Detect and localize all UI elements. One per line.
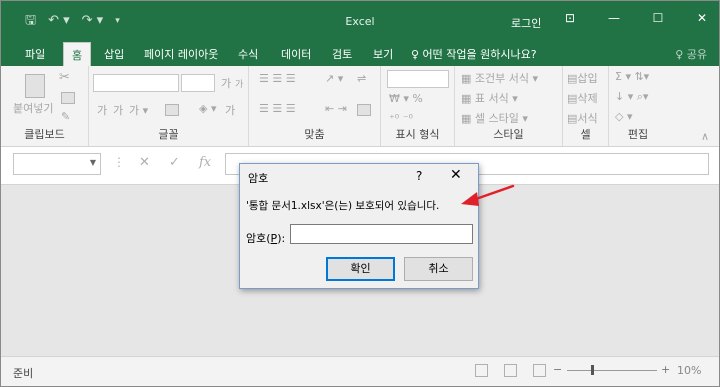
tab-data[interactable]: 데이터 (281, 46, 311, 62)
copy-icon[interactable] (61, 92, 75, 104)
dialog-title: 암호 (248, 172, 269, 185)
view-buttons (475, 364, 546, 377)
restore-icon[interactable]: ☐ (651, 11, 665, 25)
share-button[interactable]: ♀ 공유 (675, 46, 707, 62)
normal-view-icon[interactable] (475, 364, 488, 377)
format-cells-button[interactable]: ▤서식 (567, 110, 598, 126)
grow-font-icon[interactable]: 가 (221, 75, 231, 91)
merge-icon[interactable] (357, 104, 371, 116)
group-label-font: 글꼴 (158, 128, 179, 141)
italic-icon[interactable]: 가 (113, 102, 123, 118)
ribbon-options-icon[interactable]: ⊡ (563, 11, 577, 25)
window-controls: ⊡ — ☐ ✕ (563, 11, 709, 25)
orientation-icon[interactable]: ↗ ▾ (325, 72, 343, 85)
enter-entry-icon[interactable]: ✓ (169, 155, 180, 170)
tab-home[interactable]: 홈 (63, 42, 92, 67)
chevron-down-icon: ▼ (89, 158, 96, 167)
fill-color-icon[interactable]: ◈ ▾ (199, 102, 216, 115)
wrap-text-icon[interactable]: ⇌ (357, 72, 366, 85)
group-styles: ▦ 조건부 서식 ▾ ▦ 표 서식 ▾ ▦ 셀 스타일 ▾ 스타일 (455, 66, 563, 146)
ribbon-tabs: 파일 홈 삽입 페이지 레이아웃 수식 데이터 검토 보기 ♀ 어떤 작업을 원… (1, 42, 719, 67)
help-icon[interactable]: ? (416, 169, 422, 183)
align-top-icon[interactable]: ☰ ☰ ☰ (259, 72, 296, 85)
page-layout-view-icon[interactable] (504, 364, 517, 377)
status-ready: 준비 (13, 367, 34, 380)
name-box[interactable]: ▼ (13, 153, 101, 175)
password-field[interactable] (290, 224, 473, 244)
group-alignment: ☰ ☰ ☰ ↗ ▾ ⇌ ☰ ☰ ☰ ⇤ ⇥ 맞춤 (249, 66, 381, 146)
zoom-slider-thumb[interactable] (591, 365, 594, 375)
conditional-format-button[interactable]: ▦ 조건부 서식 ▾ (461, 70, 538, 86)
group-editing: Σ ▾ ⇅▾ ↓ ▾ ⌕▾ ◇ ▾ 편집 (609, 66, 667, 146)
delete-cells-button[interactable]: ▤삭제 (567, 90, 598, 106)
clear-icon[interactable]: ◇ ▾ (615, 110, 632, 123)
underline-icon[interactable]: 가 ▾ (129, 102, 148, 118)
group-label-cells: 셀 (580, 128, 591, 141)
insert-function-icon[interactable]: fx (199, 155, 211, 170)
close-icon[interactable]: ✕ (450, 167, 462, 183)
group-label-styles: 스타일 (493, 128, 524, 141)
number-format-box[interactable] (387, 70, 449, 88)
fill-icon[interactable]: ↓ ▾ ⌕▾ (615, 90, 648, 104)
paste-icon[interactable] (25, 74, 45, 98)
page-break-view-icon[interactable] (533, 364, 546, 377)
border-icon[interactable] (165, 104, 179, 116)
ok-button[interactable]: 확인 (326, 257, 395, 281)
tab-file[interactable]: 파일 (25, 46, 45, 62)
insert-cells-button[interactable]: ▤삽입 (567, 70, 598, 86)
formula-bar-separator: ⋮ (113, 155, 125, 169)
close-icon[interactable]: ✕ (695, 11, 709, 25)
login-link[interactable]: 로그인 (511, 15, 541, 31)
collapse-ribbon-icon[interactable]: ∧ (701, 130, 709, 143)
annotation-arrow-icon (461, 184, 515, 206)
cut-icon[interactable]: ✂ (59, 70, 70, 85)
cancel-button[interactable]: 취소 (404, 257, 473, 281)
excel-window: 🖫 ↶ ▾ ↷ ▾ ▾ Excel 로그인 ⊡ — ☐ ✕ 파일 홈 삽입 페이… (0, 0, 720, 387)
password-label: 암호(P): (246, 232, 286, 245)
bold-icon[interactable]: 가 (97, 102, 107, 118)
zoom-out-button[interactable]: − (553, 363, 562, 376)
group-label-clipboard: 클립보드 (24, 128, 65, 141)
tell-me-search[interactable]: ♀ 어떤 작업을 원하시나요? (411, 46, 537, 62)
shrink-font-icon[interactable]: 가 (235, 77, 243, 90)
password-dialog: 암호 ? ✕ '통합 문서1.xlsx'은(는) 보호되어 있습니다. 암호(P… (239, 163, 479, 289)
format-painter-icon[interactable]: ✎ (61, 110, 70, 123)
decimal-icon[interactable]: ⁺⁰ ⁻⁰ (389, 112, 413, 125)
title-bar: 🖫 ↶ ▾ ↷ ▾ ▾ Excel 로그인 ⊡ — ☐ ✕ (1, 1, 719, 42)
dialog-message: '통합 문서1.xlsx'은(는) 보호되어 있습니다. (246, 200, 440, 212)
font-color-icon[interactable]: 가 (225, 102, 235, 118)
zoom-in-button[interactable]: + (661, 363, 670, 376)
tab-view[interactable]: 보기 (373, 46, 393, 62)
tab-review[interactable]: 검토 (332, 46, 352, 62)
group-clipboard: 붙여넣기 ✂ ✎ 클립보드 (1, 66, 89, 146)
tab-page-layout[interactable]: 페이지 레이아웃 (144, 46, 218, 62)
tab-formulas[interactable]: 수식 (238, 46, 258, 62)
cancel-entry-icon[interactable]: ✕ (139, 155, 150, 170)
tab-insert[interactable]: 삽입 (104, 46, 124, 62)
group-cells: ▤삽입 ▤삭제 ▤서식 셀 (563, 66, 609, 146)
align-left-icon[interactable]: ☰ ☰ ☰ (259, 102, 296, 115)
group-label-alignment: 맞춤 (304, 128, 325, 141)
zoom-slider[interactable] (567, 370, 657, 371)
group-number: ₩ ▾ % ⁺⁰ ⁻⁰ 표시 형식 (381, 66, 455, 146)
paste-label[interactable]: 붙여넣기 (13, 100, 53, 116)
status-bar: 준비 − + 10% (1, 356, 719, 386)
font-name-box[interactable] (93, 74, 179, 92)
format-table-button[interactable]: ▦ 표 서식 ▾ (461, 90, 518, 106)
autosum-icon[interactable]: Σ ▾ ⇅▾ (615, 70, 649, 83)
group-label-editing: 편집 (627, 128, 649, 141)
zoom-percent[interactable]: 10% (677, 364, 701, 377)
cell-style-button[interactable]: ▦ 셀 스타일 ▾ (461, 110, 528, 126)
font-size-box[interactable] (181, 74, 215, 92)
ribbon: 붙여넣기 ✂ ✎ 클립보드 가 가 가 가 가 ▾ ◈ ▾ 가 글꼴 ☰ ☰ ☰… (1, 66, 719, 147)
currency-icon[interactable]: ₩ ▾ % (389, 92, 423, 105)
indent-icon[interactable]: ⇤ ⇥ (325, 102, 347, 115)
group-label-number: 표시 형식 (395, 128, 440, 141)
minimize-icon[interactable]: — (607, 11, 621, 25)
group-font: 가 가 가 가 가 ▾ ◈ ▾ 가 글꼴 (89, 66, 249, 146)
